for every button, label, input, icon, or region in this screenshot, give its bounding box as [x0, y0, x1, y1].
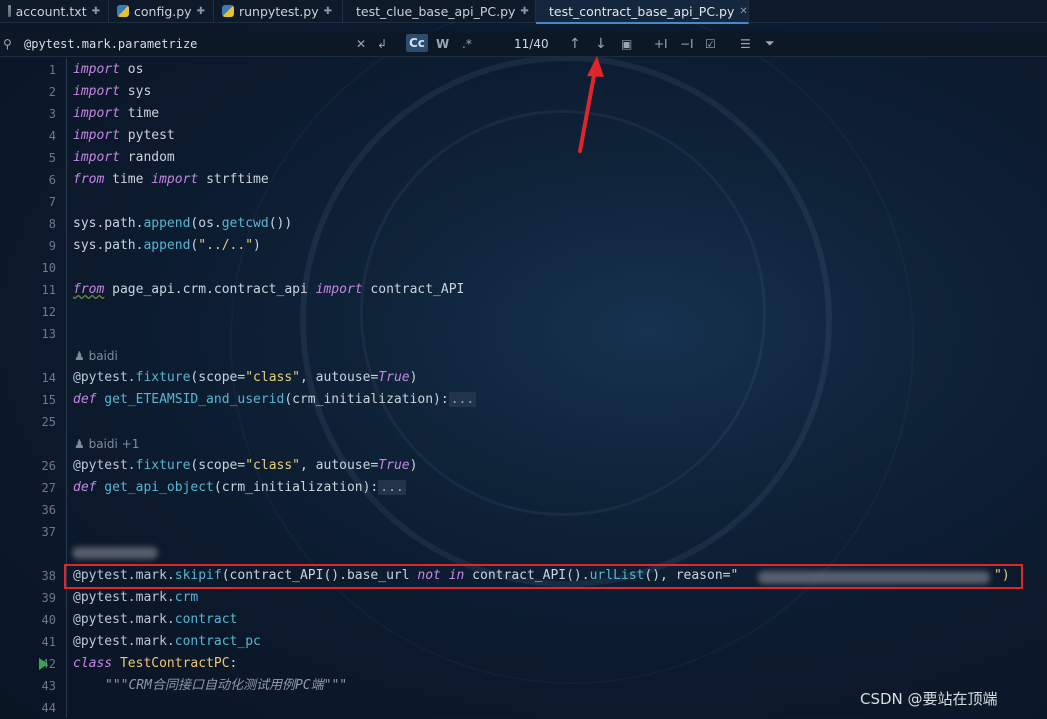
arrow-shaft [578, 68, 597, 153]
arrow-head [587, 56, 604, 77]
watermark: CSDN @要站在顶端 [860, 690, 998, 708]
annotation-arrow [578, 56, 604, 153]
